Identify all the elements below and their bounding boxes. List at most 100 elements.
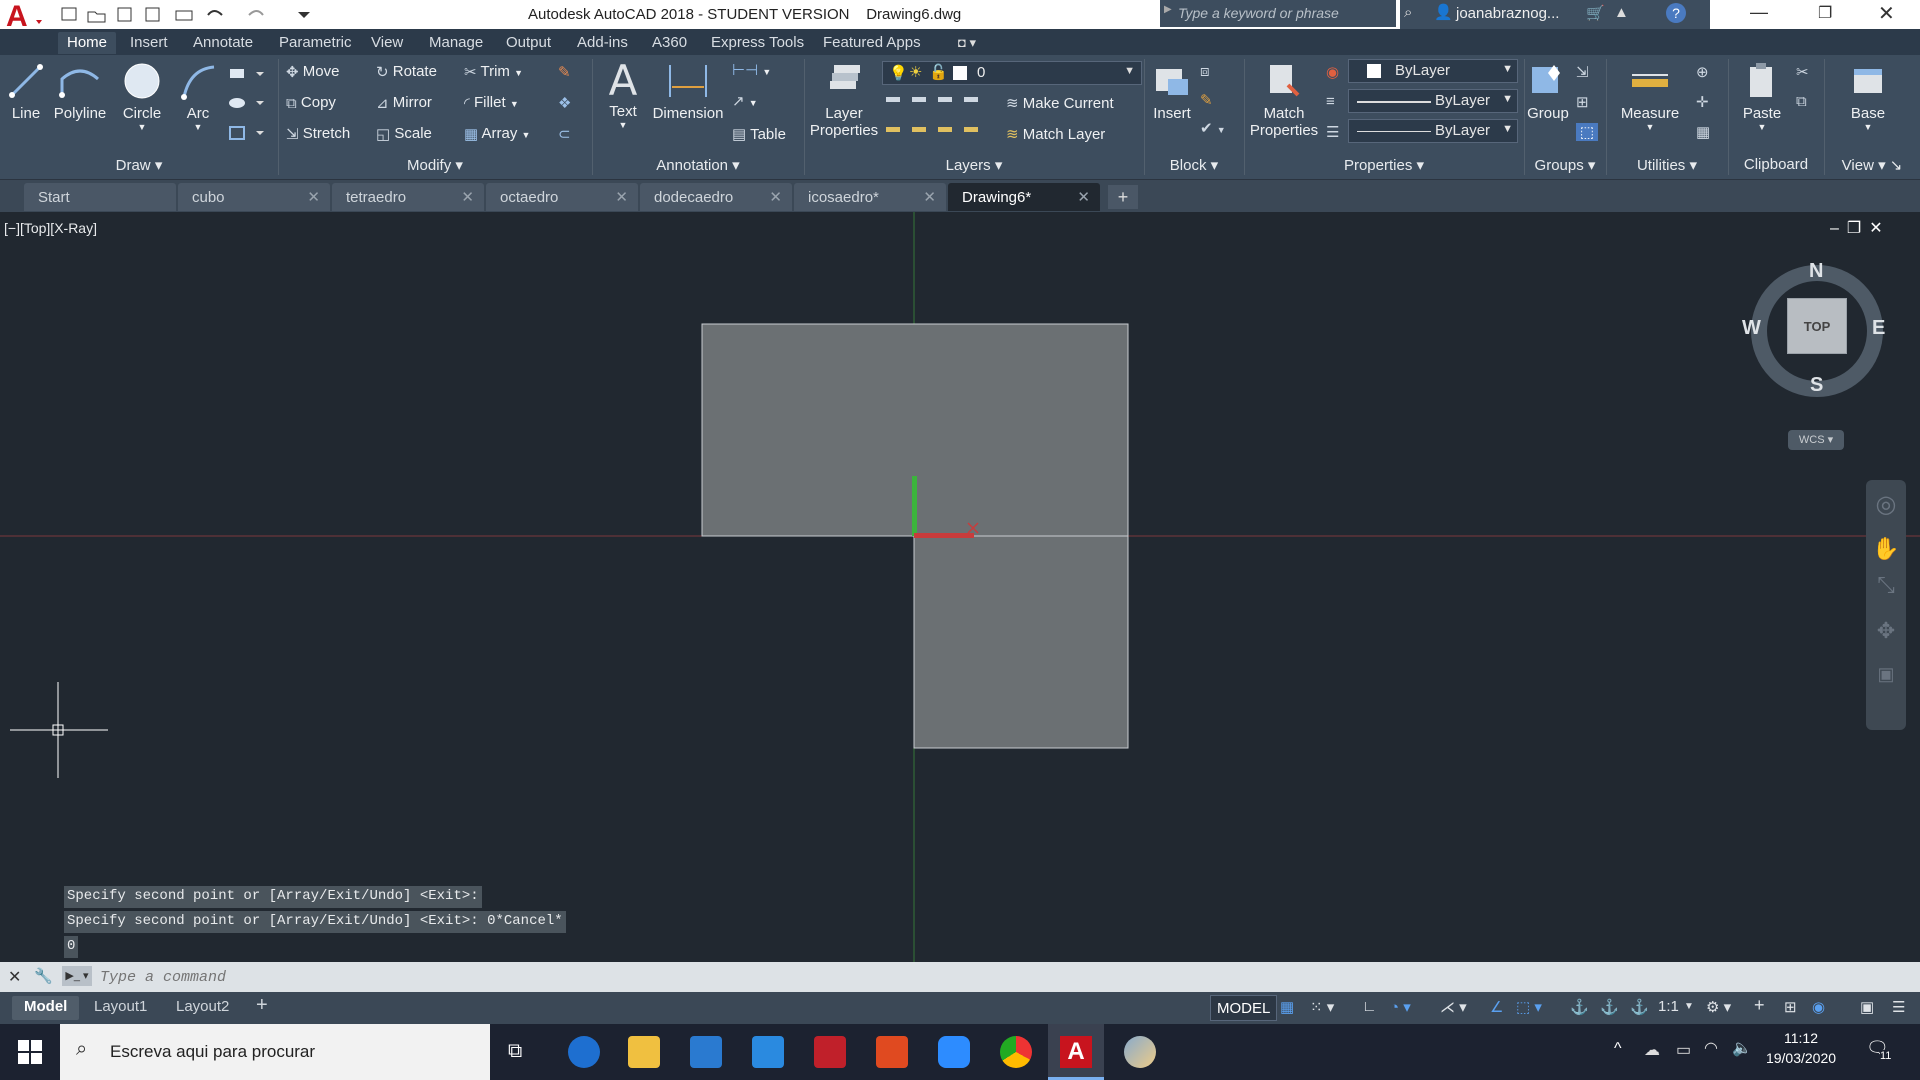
array-dropdown-icon[interactable]: ▼ [522, 130, 531, 140]
viewcube-top-face[interactable]: TOP [1787, 298, 1847, 354]
trim-button[interactable]: ✂ Trim ▼ [464, 63, 523, 81]
notifications-button[interactable]: 🗨 11 [1866, 1038, 1892, 1062]
new-tab-button[interactable]: + [1108, 185, 1138, 209]
close-tab-icon[interactable]: ✕ [1077, 188, 1090, 206]
volume-icon[interactable]: 🔈 [1732, 1038, 1752, 1058]
file-tab-cubo[interactable]: cubo ✕ [178, 183, 330, 211]
group-button[interactable]: Group [1526, 61, 1570, 141]
close-tab-icon[interactable]: ✕ [615, 188, 628, 206]
measure-button[interactable]: Measure ▼ [1618, 61, 1682, 153]
base-view-button[interactable]: Base ▼ [1844, 61, 1892, 153]
help-icon[interactable]: ? [1666, 3, 1686, 23]
task-view-icon[interactable]: ⧉ [508, 1040, 522, 1063]
file-tab-drawing6[interactable]: Drawing6* ✕ [948, 183, 1100, 211]
file-tab-tetraedro[interactable]: tetraedro ✕ [332, 183, 484, 211]
search-box[interactable]: ▶ Type a keyword or phrase [1160, 0, 1396, 27]
insert-button[interactable]: Insert [1148, 61, 1196, 141]
cart-icon[interactable]: 🛒 [1586, 4, 1605, 22]
leader-button[interactable]: ↗ ▼ [732, 92, 758, 110]
panel-properties-title[interactable]: Properties ▾ [1244, 156, 1524, 178]
wcs-menu[interactable]: WCS ▾ [1788, 430, 1844, 450]
paste-button[interactable]: Paste ▼ [1738, 61, 1786, 153]
viewport-close-icon[interactable]: ✕ [1869, 220, 1890, 237]
restore-button[interactable]: ❐ [1818, 3, 1832, 23]
drawn-rectangle-bottom[interactable] [913, 535, 1129, 749]
panel-clipboard-title[interactable]: Clipboard [1728, 156, 1824, 178]
scale-chevron-icon[interactable]: ▼ [1684, 1001, 1694, 1012]
match-layer-button[interactable]: ≋ Match Layer [1006, 125, 1105, 143]
arc-button[interactable]: Arc ▼ [178, 61, 218, 153]
fillet-dropdown-icon[interactable]: ▼ [510, 99, 519, 109]
mirror-button[interactable]: ⊿ Mirror [376, 94, 432, 112]
compass-west[interactable]: W [1742, 317, 1761, 340]
close-command-line-icon[interactable]: ✕ [8, 967, 21, 987]
snap-icon[interactable]: ⁙ ▾ [1310, 998, 1334, 1016]
annotation-scale-icon[interactable]: ⚓ [1630, 998, 1649, 1016]
orbit-icon[interactable]: ✥ [1866, 618, 1906, 664]
file-tab-icosaedro[interactable]: icosaedro* ✕ [794, 183, 946, 211]
erase-button[interactable]: ✎ [558, 63, 571, 81]
file-tab-start[interactable]: Start [24, 183, 176, 211]
file-tab-dodecaedro[interactable]: dodecaedro ✕ [640, 183, 792, 211]
make-current-button[interactable]: ≋ Make Current [1006, 94, 1114, 112]
compass-south[interactable]: S [1810, 374, 1823, 397]
quick-select-icon[interactable]: ⊕ [1696, 63, 1720, 93]
base-dropdown-icon[interactable]: ▼ [1844, 122, 1892, 132]
move-button[interactable]: ✥ Move [286, 63, 339, 81]
viewport-minimize-icon[interactable]: – [1830, 220, 1847, 237]
zoom-extents-icon[interactable]: ⤡ [1866, 572, 1906, 618]
tab-manage[interactable]: Manage [420, 32, 492, 54]
group-edit-icon[interactable]: ⊞ [1576, 93, 1600, 123]
polyline-button[interactable]: Polyline [52, 61, 108, 141]
fillet-button[interactable]: ◜ Fillet ▼ [464, 94, 519, 112]
tab-insert[interactable]: Insert [121, 32, 177, 54]
annotation-visibility-icon[interactable]: ⚓ [1570, 998, 1589, 1016]
steering-wheel-icon[interactable]: ◎ [1866, 490, 1906, 536]
user-icon[interactable]: 👤 [1434, 3, 1453, 21]
layer-lock-icon[interactable]: 🔓 [929, 63, 948, 81]
linetype-dropdown[interactable]: ByLayer ▼ [1348, 119, 1518, 143]
panel-draw-title[interactable]: Draw ▾ [0, 156, 278, 178]
tab-add-ins[interactable]: Add-ins [568, 32, 637, 54]
tab-layout2[interactable]: Layout2 [176, 998, 229, 1015]
scale-button[interactable]: ◱ Scale [376, 125, 432, 143]
autocad-taskbar-button[interactable]: A [1048, 1024, 1104, 1080]
copy-button[interactable]: ⧉ Copy [286, 94, 336, 112]
layer-on-icon[interactable]: 💡 [889, 64, 908, 82]
tab-view[interactable]: View [362, 32, 412, 54]
isolate-objects-icon[interactable]: ◉ [1812, 998, 1825, 1016]
close-tab-icon[interactable]: ✕ [923, 188, 936, 206]
workspace-gear-icon[interactable]: ⚙ ▾ [1706, 998, 1731, 1016]
compass-north[interactable]: N [1809, 260, 1823, 283]
mcafee-icon[interactable] [814, 1036, 846, 1068]
layer-dropdown[interactable]: 💡 ☀ 🔓 0 ▼ [882, 61, 1142, 85]
stretch-button[interactable]: ⇲ Stretch [286, 125, 350, 143]
point-icon[interactable]: ✛ [1696, 93, 1720, 123]
arc-dropdown-icon[interactable]: ▼ [178, 122, 218, 132]
viewport-window-controls[interactable]: –❐✕ [1830, 218, 1891, 238]
text-button[interactable]: A Text ▼ [600, 59, 646, 151]
panel-groups-title[interactable]: Groups ▾ [1524, 156, 1606, 178]
tab-annotate[interactable]: Annotate [184, 32, 262, 54]
showmotion-icon[interactable]: ▣ [1866, 664, 1906, 685]
tab-express-tools[interactable]: Express Tools [702, 32, 813, 54]
tab-featured-apps[interactable]: Featured Apps [814, 32, 930, 54]
array-button[interactable]: ▦ Array ▼ [464, 125, 530, 143]
lineweight-dropdown[interactable]: ByLayer ▼ [1348, 89, 1518, 113]
edge-icon[interactable] [568, 1036, 600, 1068]
isometric-icon[interactable]: ⋌ ▾ [1440, 998, 1467, 1016]
cut-icon[interactable]: ✂ [1796, 63, 1820, 93]
customize-wrench-icon[interactable]: 🔧 [34, 967, 53, 985]
leader-dropdown-icon[interactable]: ▼ [749, 98, 758, 108]
color-dropdown[interactable]: ByLayer ▼ [1348, 59, 1518, 83]
trim-dropdown-icon[interactable]: ▼ [514, 68, 523, 78]
drawing-viewport[interactable]: [−][Top][X-Ray] –❐✕ TOP N S E W WCS ▾ ◎ … [0, 212, 1920, 962]
explode-button[interactable]: ❖ [558, 94, 571, 112]
object-track-icon[interactable]: ∠ [1490, 998, 1503, 1016]
user-name[interactable]: joanabraznog... [1456, 5, 1559, 22]
match-properties-button[interactable]: Match Properties [1248, 61, 1320, 151]
close-tab-icon[interactable]: ✕ [769, 188, 782, 206]
polar-icon[interactable]: ◔ ▾ [1390, 998, 1411, 1016]
office-icon[interactable] [876, 1036, 908, 1068]
windows-start-button[interactable] [18, 1040, 42, 1068]
